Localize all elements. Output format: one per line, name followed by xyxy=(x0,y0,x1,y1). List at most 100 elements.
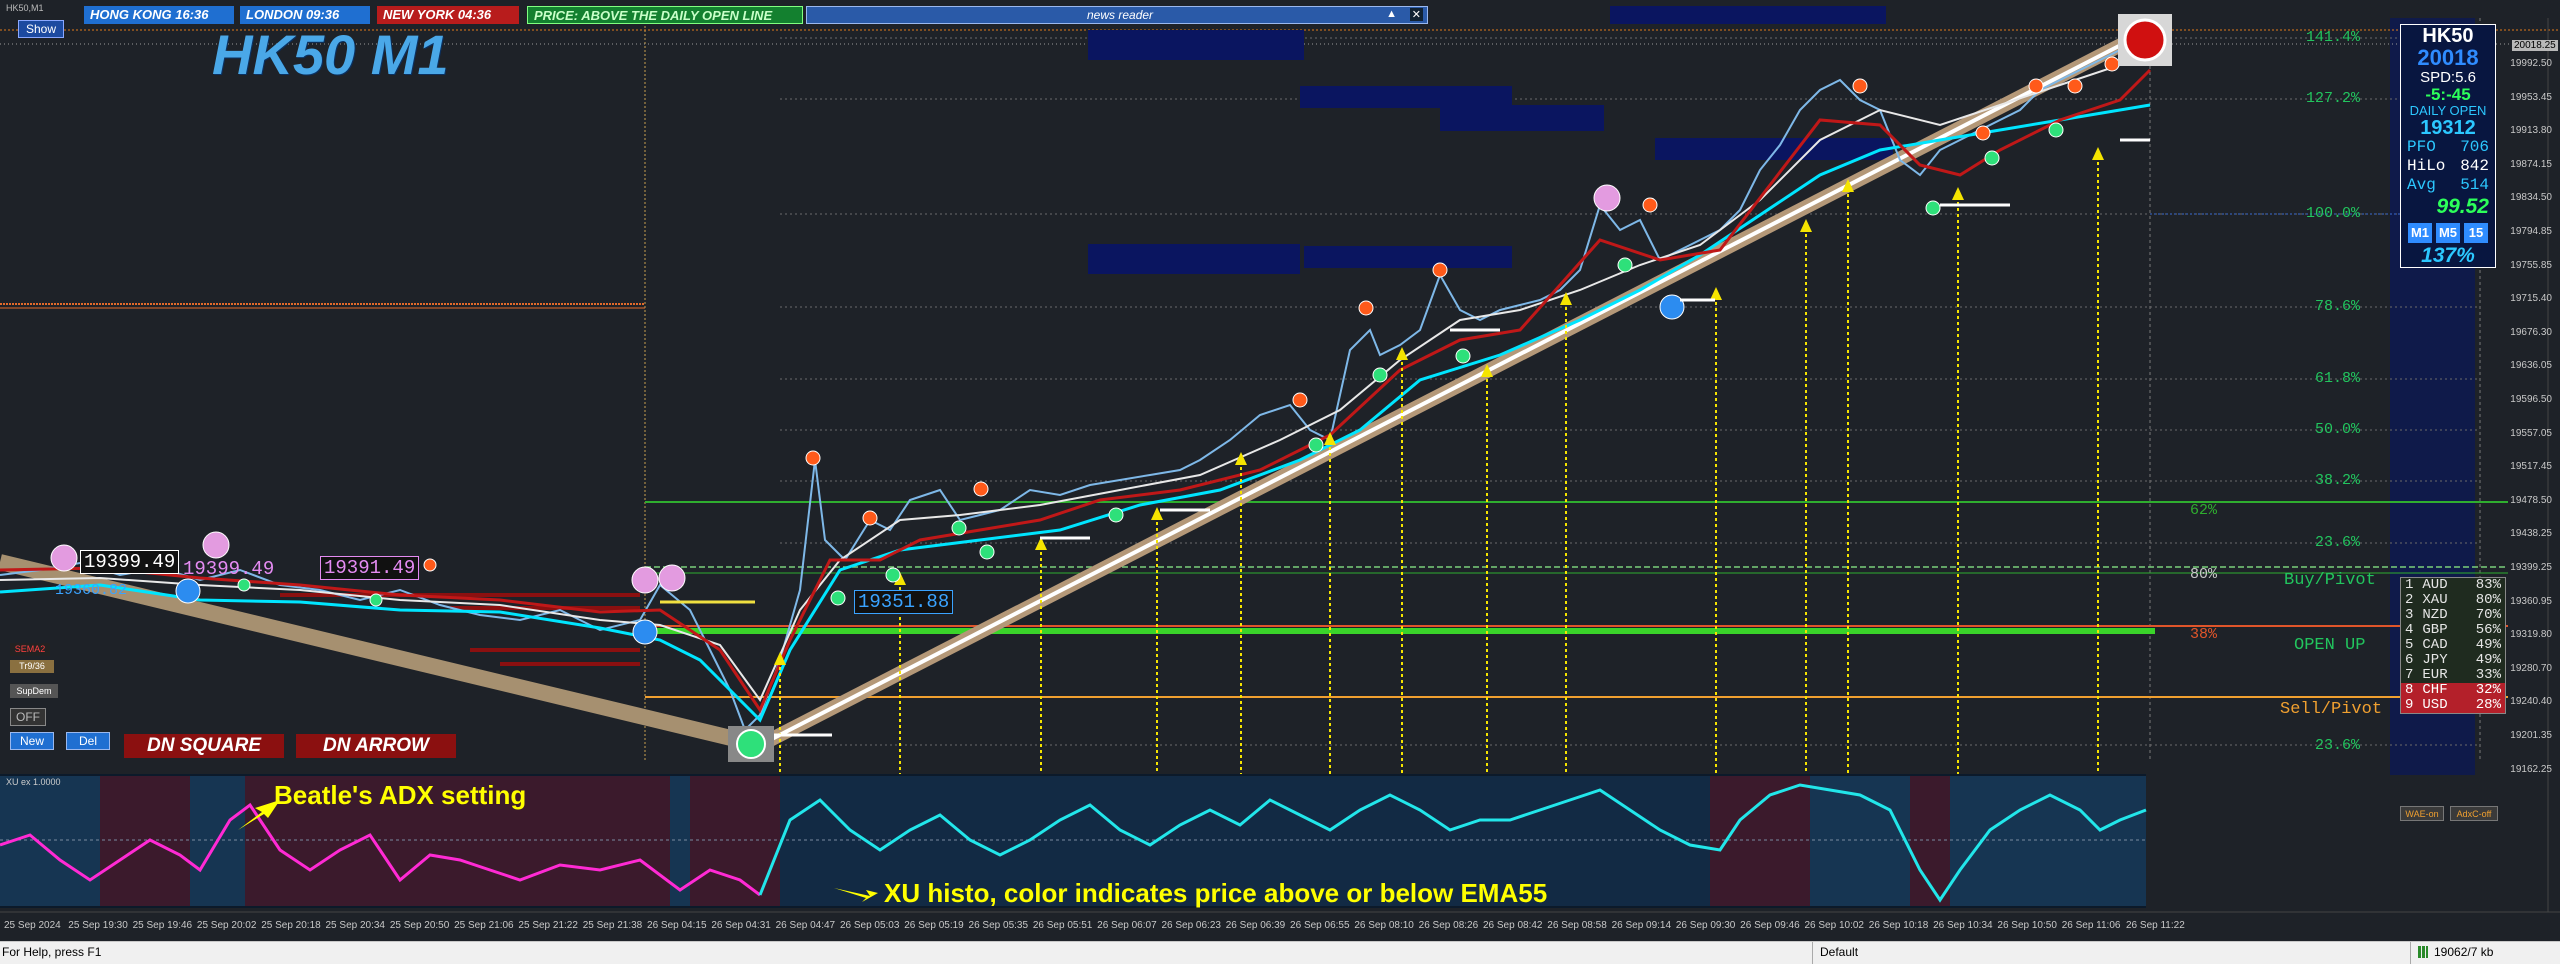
time-axis-tick: 26 Sep 09:30 xyxy=(1675,920,1736,931)
panel-symbol: HK50 xyxy=(2422,25,2474,47)
tf-15-button[interactable]: 15 xyxy=(2464,223,2488,243)
currency-strength-row: 4 GBP 56% xyxy=(2401,623,2505,638)
new-button[interactable]: New xyxy=(10,732,54,750)
time-axis-tick: 26 Sep 05:03 xyxy=(839,920,900,931)
panel-change: -5:-45 xyxy=(2425,85,2471,104)
price-status-banner: PRICE: ABOVE THE DAILY OPEN LINE xyxy=(527,6,803,24)
price-axis-tick: 19319.80 xyxy=(2510,629,2552,641)
news-close-icon[interactable]: ✕ xyxy=(1409,8,1423,21)
panel-spread: SPD:5.6 xyxy=(2420,69,2476,86)
fib-127: 127.2% xyxy=(2305,90,2360,107)
price-axis-tick: 19280.70 xyxy=(2510,662,2552,674)
fib-141: 141.4% xyxy=(2305,29,2360,46)
panel-hilo: HiLo 842 xyxy=(2407,157,2489,175)
price-axis-tick: 19913.80 xyxy=(2510,125,2552,137)
price-axis-tick: 19953.45 xyxy=(2510,91,2552,103)
panel-daily-open-label: DAILY OPEN xyxy=(2409,103,2487,118)
price-axis-tick: 19557.05 xyxy=(2510,427,2552,439)
time-axis-tick: 25 Sep 2024 xyxy=(4,920,61,931)
currency-strength-row: 3 NZD 70% xyxy=(2401,608,2505,623)
supdem-toggle[interactable]: SupDem xyxy=(10,684,58,698)
tf-m5-button[interactable]: M5 xyxy=(2436,223,2460,243)
xu-annotation: XU histo, color indicates price above or… xyxy=(884,878,1548,908)
time-axis-tick: 25 Sep 21:06 xyxy=(454,920,514,931)
panel-ratio: 99.52 xyxy=(2436,195,2489,218)
currency-strength-row: 5 CAD 49% xyxy=(2401,638,2505,653)
daily-open-band xyxy=(645,628,2155,634)
currency-strength-row: 6 JPY 49% xyxy=(2401,653,2505,668)
level-38-label: 38% xyxy=(2190,626,2218,643)
panel-percent: 137% xyxy=(2421,244,2475,267)
time-axis-tick: 26 Sep 08:42 xyxy=(1482,920,1543,931)
time-axis-tick: 26 Sep 08:58 xyxy=(1547,920,1607,931)
time-axis-tick: 26 Sep 05:51 xyxy=(1032,920,1093,931)
news-reader-bar[interactable]: news reader ▲ ✕ xyxy=(806,6,1428,24)
status-traffic: 19062/7 kb xyxy=(2434,945,2494,959)
currency-strength-row: 2 XAU 80% xyxy=(2401,593,2505,608)
price-axis-tick: 19834.50 xyxy=(2510,192,2552,204)
price-chart[interactable] xyxy=(0,0,2560,963)
price-axis-tick: 19162.25 xyxy=(2510,763,2552,775)
subwindow-title: XU ex 1.0000 xyxy=(6,777,61,787)
time-axis-tick: 25 Sep 19:30 xyxy=(68,920,128,931)
time-axis-tick: 26 Sep 10:18 xyxy=(1868,920,1929,931)
show-button[interactable]: Show xyxy=(18,20,64,38)
dn-arrow-button[interactable]: DN ARROW xyxy=(296,734,456,758)
time-axis-tick: 25 Sep 19:46 xyxy=(132,920,193,931)
time-axis-tick: 26 Sep 11:06 xyxy=(2061,920,2121,931)
news-reader-label: news reader xyxy=(1087,8,1154,22)
time-axis-tick: 26 Sep 06:23 xyxy=(1161,920,1221,931)
time-axis-tick: 26 Sep 04:31 xyxy=(711,920,771,931)
fib-100: 100.0% xyxy=(2305,205,2360,222)
panel-avg: Avg 514 xyxy=(2407,176,2489,194)
price-axis-tick: 19240.40 xyxy=(2510,696,2552,708)
time-axis-tick: 26 Sep 06:55 xyxy=(1290,920,1350,931)
status-profile: Default xyxy=(1820,945,1859,959)
currency-strength-row: 1 AUD 83% xyxy=(2401,578,2505,593)
time-axis-tick: 26 Sep 08:26 xyxy=(1418,920,1479,931)
time-axis-tick: 25 Sep 20:50 xyxy=(389,920,450,931)
level-62-label: 62% xyxy=(2190,502,2218,519)
price-axis-tick: 19715.40 xyxy=(2510,293,2552,305)
status-help: For Help, press F1 xyxy=(2,945,102,959)
dn-square-button[interactable]: DN SQUARE xyxy=(124,734,284,758)
time-axis-tick: 26 Sep 10:34 xyxy=(1933,920,1993,931)
time-axis-tick: 25 Sep 20:02 xyxy=(196,920,257,931)
fib-50: 50.0% xyxy=(2314,421,2360,438)
open-up-label: OPEN UP xyxy=(2294,636,2366,655)
fib-38: 38.2% xyxy=(2314,472,2360,489)
price-axis-tick: 19794.85 xyxy=(2510,226,2552,237)
time-axis-tick: 26 Sep 09:14 xyxy=(1611,920,1672,931)
time-axis-tick: 26 Sep 04:15 xyxy=(647,920,707,931)
price-label-2: 19399.49 xyxy=(183,558,275,580)
time-axis-tick: 26 Sep 10:50 xyxy=(1997,920,2057,931)
timeframe-buttons: M1 M5 15 xyxy=(2401,223,2495,243)
adx-off-button[interactable]: AdxC-off xyxy=(2450,806,2498,821)
time-axis-tick: 26 Sep 05:35 xyxy=(968,920,1029,931)
time-axis-tick: 26 Sep 06:07 xyxy=(1097,920,1157,931)
price-label-1: 19399.49 xyxy=(80,550,180,574)
del-button[interactable]: Del xyxy=(66,732,110,750)
off-toggle[interactable]: OFF xyxy=(10,708,46,726)
price-axis-tick: 19438.25 xyxy=(2510,528,2552,540)
currency-strength-table: 1 AUD 83% 2 XAU 80% 3 NZD 70% 4 GBP 56% 5 CAD 49% 6 JPY 4… xyxy=(2400,577,2506,714)
price-axis-tick: 19992.50 xyxy=(2510,58,2552,69)
window-title: HK50,M1 xyxy=(6,3,44,13)
news-collapse-icon[interactable]: ▲ xyxy=(1386,8,1397,20)
time-axis-tick: 26 Sep 10:02 xyxy=(1804,920,1864,931)
tf-m1-button[interactable]: M1 xyxy=(2408,223,2432,243)
fib-78: 78.6% xyxy=(2314,298,2360,315)
wae-on-button[interactable]: WAE-on xyxy=(2400,806,2444,821)
connection-icon xyxy=(2418,946,2428,958)
price-label-5: 19360.82 xyxy=(55,582,128,599)
fib-23b: 23.6% xyxy=(2314,737,2360,754)
time-axis-tick: 26 Sep 05:19 xyxy=(904,920,964,931)
time-axis-tick: 25 Sep 21:38 xyxy=(582,920,643,931)
tr-toggle[interactable]: Tr9/36 xyxy=(10,660,54,673)
adx-annotation: Beatle's ADX setting xyxy=(274,780,527,810)
time-axis-tick: 26 Sep 06:39 xyxy=(1225,920,1286,931)
time-axis-tick: 26 Sep 08:10 xyxy=(1354,920,1414,931)
price-axis-tick: 19755.85 xyxy=(2510,259,2552,271)
panel-pfo: PFO 706 xyxy=(2407,138,2489,156)
sema2-toggle[interactable]: SEMA2 xyxy=(10,643,50,656)
